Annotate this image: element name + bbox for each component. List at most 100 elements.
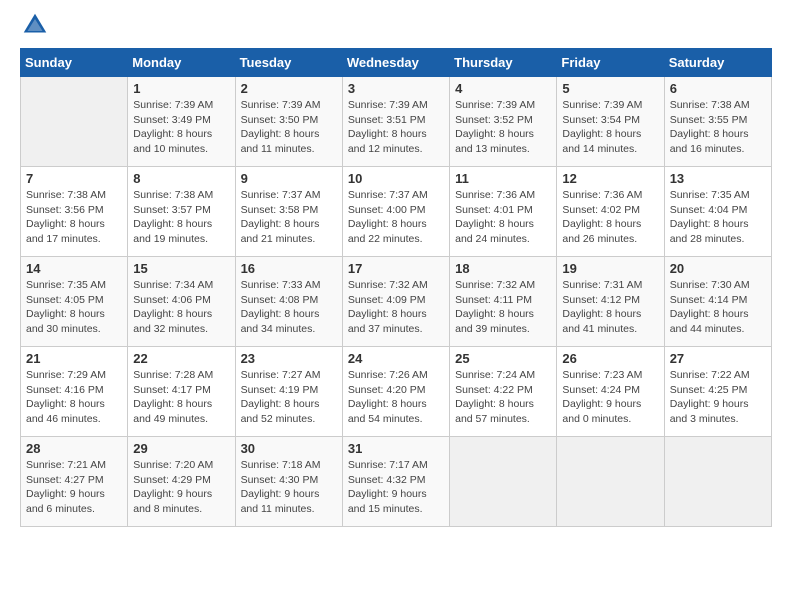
day-number: 26	[562, 351, 658, 366]
day-number: 1	[133, 81, 229, 96]
calendar-week-row: 7Sunrise: 7:38 AM Sunset: 3:56 PM Daylig…	[21, 167, 772, 257]
day-number: 7	[26, 171, 122, 186]
day-number: 2	[241, 81, 337, 96]
day-number: 27	[670, 351, 766, 366]
day-info: Sunrise: 7:39 AM Sunset: 3:52 PM Dayligh…	[455, 98, 551, 157]
day-number: 30	[241, 441, 337, 456]
header-thursday: Thursday	[450, 49, 557, 77]
day-number: 12	[562, 171, 658, 186]
calendar-day-5: 5 Sunrise: 7:39 AM Sunset: 3:54 PM Daylig…	[557, 77, 664, 167]
day-number: 6	[670, 81, 766, 96]
day-number: 29	[133, 441, 229, 456]
day-info: Sunrise: 7:30 AM Sunset: 4:14 PM Dayligh…	[670, 278, 766, 337]
day-number: 14	[26, 261, 122, 276]
day-info: Sunrise: 7:38 AM Sunset: 3:55 PM Dayligh…	[670, 98, 766, 157]
calendar-week-row: 14 Sunrise: 7:35 AM Sunset: 4:05 PM Dayli…	[21, 257, 772, 347]
calendar-day-27: 27 Sunrise: 7:22 AM Sunset: 4:25 PM Dayli…	[664, 347, 771, 437]
calendar-week-row: 28Sunrise: 7:21 AM Sunset: 4:27 PM Dayli…	[21, 437, 772, 527]
calendar-day-empty	[557, 437, 664, 527]
day-number: 4	[455, 81, 551, 96]
header-monday: Monday	[128, 49, 235, 77]
day-number: 24	[348, 351, 444, 366]
day-info: Sunrise: 7:37 AM Sunset: 4:00 PM Dayligh…	[348, 188, 444, 247]
logo-icon	[20, 10, 50, 40]
day-info: Sunrise: 7:24 AM Sunset: 4:22 PM Dayligh…	[455, 368, 551, 427]
header-tuesday: Tuesday	[235, 49, 342, 77]
header-friday: Friday	[557, 49, 664, 77]
calendar-day-2: 2 Sunrise: 7:39 AM Sunset: 3:50 PM Daylig…	[235, 77, 342, 167]
day-info: Sunrise: 7:22 AM Sunset: 4:25 PM Dayligh…	[670, 368, 766, 427]
calendar-day-24: 24Sunrise: 7:26 AM Sunset: 4:20 PM Dayli…	[342, 347, 449, 437]
day-number: 23	[241, 351, 337, 366]
calendar-day-10: 10 Sunrise: 7:37 AM Sunset: 4:00 PM Dayli…	[342, 167, 449, 257]
day-info: Sunrise: 7:23 AM Sunset: 4:24 PM Dayligh…	[562, 368, 658, 427]
day-number: 28	[26, 441, 122, 456]
calendar-header-row: SundayMondayTuesdayWednesdayThursdayFrid…	[21, 49, 772, 77]
day-number: 5	[562, 81, 658, 96]
calendar-day-22: 22 Sunrise: 7:28 AM Sunset: 4:17 PM Dayli…	[128, 347, 235, 437]
calendar-table: SundayMondayTuesdayWednesdayThursdayFrid…	[20, 48, 772, 527]
day-number: 21	[26, 351, 122, 366]
day-info: Sunrise: 7:39 AM Sunset: 3:50 PM Dayligh…	[241, 98, 337, 157]
day-info: Sunrise: 7:37 AM Sunset: 3:58 PM Dayligh…	[241, 188, 337, 247]
day-number: 13	[670, 171, 766, 186]
day-info: Sunrise: 7:36 AM Sunset: 4:02 PM Dayligh…	[562, 188, 658, 247]
day-number: 31	[348, 441, 444, 456]
calendar-day-19: 19 Sunrise: 7:31 AM Sunset: 4:12 PM Dayli…	[557, 257, 664, 347]
day-info: Sunrise: 7:29 AM Sunset: 4:16 PM Dayligh…	[26, 368, 122, 427]
day-info: Sunrise: 7:36 AM Sunset: 4:01 PM Dayligh…	[455, 188, 551, 247]
day-number: 8	[133, 171, 229, 186]
calendar-day-11: 11 Sunrise: 7:36 AM Sunset: 4:01 PM Dayli…	[450, 167, 557, 257]
calendar-day-4: 4 Sunrise: 7:39 AM Sunset: 3:52 PM Daylig…	[450, 77, 557, 167]
calendar-day-6: 6 Sunrise: 7:38 AM Sunset: 3:55 PM Daylig…	[664, 77, 771, 167]
day-number: 3	[348, 81, 444, 96]
day-info: Sunrise: 7:28 AM Sunset: 4:17 PM Dayligh…	[133, 368, 229, 427]
logo	[20, 10, 54, 40]
day-number: 9	[241, 171, 337, 186]
day-number: 16	[241, 261, 337, 276]
day-info: Sunrise: 7:35 AM Sunset: 4:05 PM Dayligh…	[26, 278, 122, 337]
calendar-day-23: 23Sunrise: 7:27 AM Sunset: 4:19 PM Dayli…	[235, 347, 342, 437]
day-info: Sunrise: 7:32 AM Sunset: 4:09 PM Dayligh…	[348, 278, 444, 337]
header	[20, 10, 772, 40]
calendar-day-7: 7Sunrise: 7:38 AM Sunset: 3:56 PM Daylig…	[21, 167, 128, 257]
calendar-day-25: 25Sunrise: 7:24 AM Sunset: 4:22 PM Dayli…	[450, 347, 557, 437]
day-info: Sunrise: 7:20 AM Sunset: 4:29 PM Dayligh…	[133, 458, 229, 517]
calendar-day-9: 9 Sunrise: 7:37 AM Sunset: 3:58 PM Daylig…	[235, 167, 342, 257]
calendar-day-empty	[21, 77, 128, 167]
day-info: Sunrise: 7:18 AM Sunset: 4:30 PM Dayligh…	[241, 458, 337, 517]
day-number: 19	[562, 261, 658, 276]
calendar-week-row: 1 Sunrise: 7:39 AM Sunset: 3:49 PM Daylig…	[21, 77, 772, 167]
header-wednesday: Wednesday	[342, 49, 449, 77]
day-number: 22	[133, 351, 229, 366]
calendar-day-8: 8 Sunrise: 7:38 AM Sunset: 3:57 PM Daylig…	[128, 167, 235, 257]
calendar-day-3: 3 Sunrise: 7:39 AM Sunset: 3:51 PM Daylig…	[342, 77, 449, 167]
header-sunday: Sunday	[21, 49, 128, 77]
calendar-day-31: 31 Sunrise: 7:17 AM Sunset: 4:32 PM Dayli…	[342, 437, 449, 527]
calendar-day-16: 16Sunrise: 7:33 AM Sunset: 4:08 PM Dayli…	[235, 257, 342, 347]
day-info: Sunrise: 7:38 AM Sunset: 3:57 PM Dayligh…	[133, 188, 229, 247]
day-number: 18	[455, 261, 551, 276]
day-info: Sunrise: 7:35 AM Sunset: 4:04 PM Dayligh…	[670, 188, 766, 247]
calendar-day-17: 17 Sunrise: 7:32 AM Sunset: 4:09 PM Dayli…	[342, 257, 449, 347]
calendar-day-empty	[664, 437, 771, 527]
day-info: Sunrise: 7:34 AM Sunset: 4:06 PM Dayligh…	[133, 278, 229, 337]
day-number: 17	[348, 261, 444, 276]
calendar-day-26: 26 Sunrise: 7:23 AM Sunset: 4:24 PM Dayli…	[557, 347, 664, 437]
day-number: 11	[455, 171, 551, 186]
day-info: Sunrise: 7:39 AM Sunset: 3:51 PM Dayligh…	[348, 98, 444, 157]
calendar-day-29: 29 Sunrise: 7:20 AM Sunset: 4:29 PM Dayli…	[128, 437, 235, 527]
day-info: Sunrise: 7:17 AM Sunset: 4:32 PM Dayligh…	[348, 458, 444, 517]
day-number: 10	[348, 171, 444, 186]
day-info: Sunrise: 7:39 AM Sunset: 3:49 PM Dayligh…	[133, 98, 229, 157]
day-info: Sunrise: 7:39 AM Sunset: 3:54 PM Dayligh…	[562, 98, 658, 157]
calendar-day-1: 1 Sunrise: 7:39 AM Sunset: 3:49 PM Daylig…	[128, 77, 235, 167]
day-info: Sunrise: 7:31 AM Sunset: 4:12 PM Dayligh…	[562, 278, 658, 337]
day-number: 20	[670, 261, 766, 276]
day-info: Sunrise: 7:32 AM Sunset: 4:11 PM Dayligh…	[455, 278, 551, 337]
calendar-day-15: 15Sunrise: 7:34 AM Sunset: 4:06 PM Dayli…	[128, 257, 235, 347]
calendar-day-30: 30 Sunrise: 7:18 AM Sunset: 4:30 PM Dayli…	[235, 437, 342, 527]
calendar-day-21: 21 Sunrise: 7:29 AM Sunset: 4:16 PM Dayli…	[21, 347, 128, 437]
calendar-day-20: 20 Sunrise: 7:30 AM Sunset: 4:14 PM Dayli…	[664, 257, 771, 347]
calendar-day-empty	[450, 437, 557, 527]
